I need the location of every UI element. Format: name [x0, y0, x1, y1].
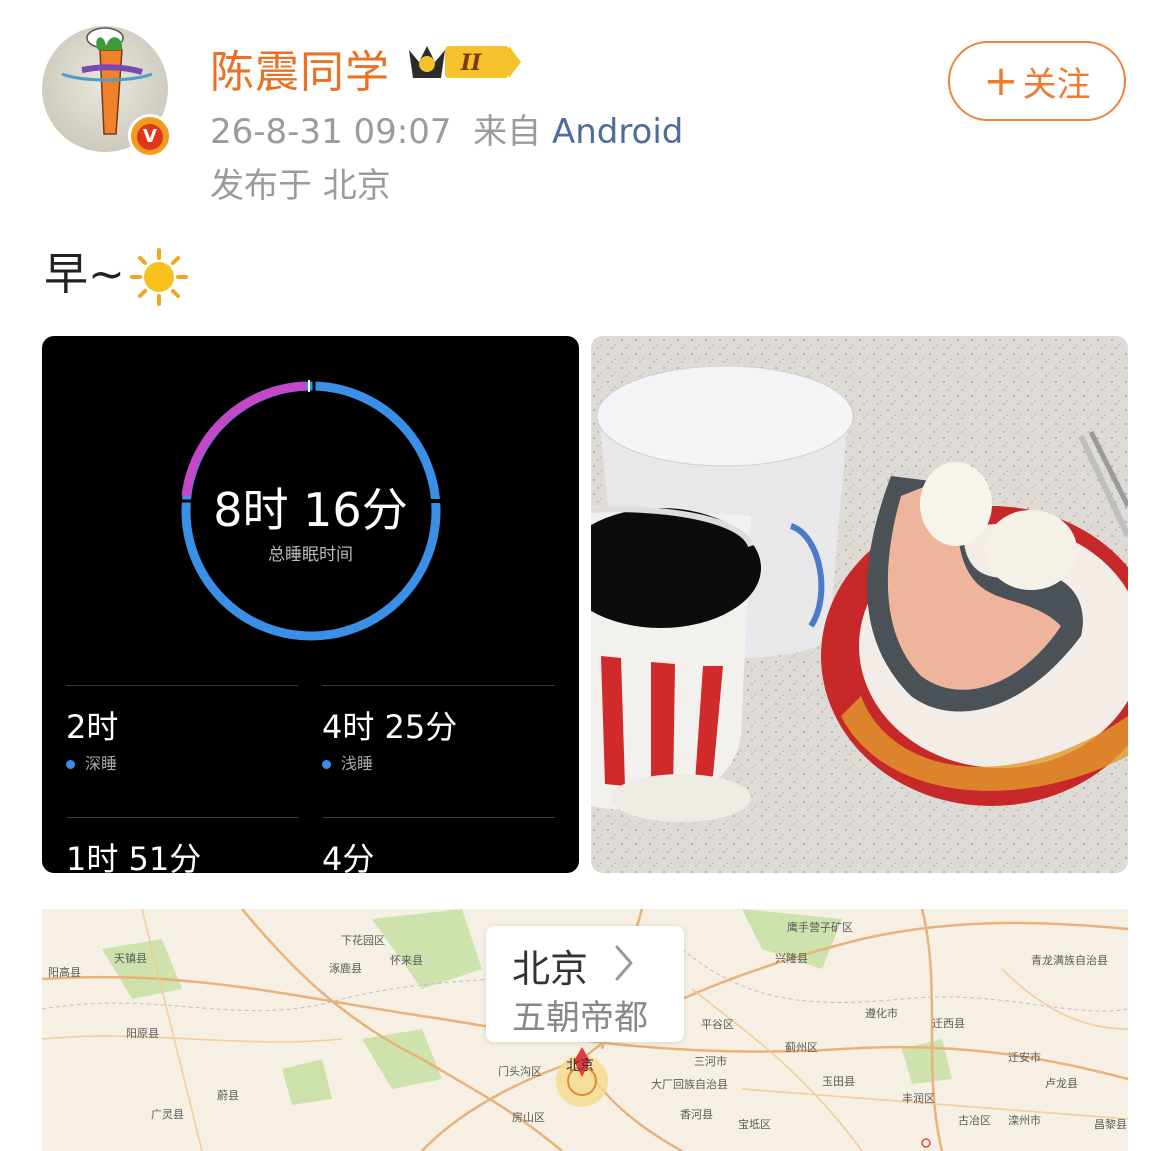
post-timestamp: 26-8-31 09:07 — [210, 112, 452, 152]
map-place-label: 下花园区 — [341, 934, 385, 947]
sleep-image[interactable]: 8时 16分 总睡眠时间 2时 深睡 4时 25分 浅睡 1时 51分 4分 — [42, 336, 579, 873]
map-location-card[interactable]: 北京 五朝帝都 — [486, 926, 684, 1042]
level-text: II — [460, 50, 482, 76]
deep-sleep-value: 2时 — [66, 708, 119, 746]
map-place-label: 大厂回族自治县 — [651, 1078, 728, 1091]
map-card-subtitle: 五朝帝都 — [512, 998, 648, 1038]
breakfast-photo[interactable] — [591, 336, 1128, 873]
divider — [322, 817, 555, 818]
map-place-label: 兴隆县 — [775, 952, 808, 965]
light-sleep-label: 浅睡 — [322, 750, 373, 774]
map-place-label: 房山区 — [512, 1111, 545, 1124]
divider — [66, 817, 298, 818]
map-place-label: 古冶区 — [958, 1114, 991, 1127]
map-place-label: 阳高县 — [48, 966, 81, 979]
follow-label: 关注 — [1022, 64, 1091, 105]
map-place-label: 鹰手营子矿区 — [787, 921, 853, 934]
source-link[interactable]: Android — [552, 112, 683, 152]
map-place-label: 广灵县 — [151, 1108, 184, 1121]
map-place-label: 怀来县 — [390, 954, 423, 967]
divider — [322, 685, 555, 686]
crown-level-icon: II — [409, 46, 521, 78]
chevron-right-icon — [615, 945, 633, 981]
rem-sleep-value: 1时 51分 — [66, 840, 202, 873]
legend-dot-icon — [66, 760, 75, 769]
verified-badge-icon: V — [128, 114, 172, 158]
post-location: 发布于 北京 — [210, 166, 391, 206]
map-place-label: 丰润区 — [902, 1092, 935, 1105]
total-sleep-label: 总睡眠时间 — [268, 545, 353, 565]
map-place-label: 遵化市 — [865, 1007, 898, 1020]
divider — [66, 685, 298, 686]
map-place-label: 卢龙县 — [1045, 1077, 1078, 1090]
map-place-label: 迁西县 — [932, 1017, 965, 1030]
map-place-label: 三河市 — [694, 1055, 727, 1068]
map-place-label: 天镇县 — [114, 952, 147, 965]
light-sleep-value: 4时 25分 — [322, 708, 458, 746]
map-pin-label: 北京 — [566, 1058, 594, 1074]
map-place-label: 蓟州区 — [785, 1041, 818, 1054]
deep-sleep-label: 深睡 — [66, 750, 117, 774]
map-place-label: 蔚县 — [217, 1089, 239, 1102]
total-sleep-value: 8时 16分 — [213, 483, 408, 537]
map-place-label: 玉田县 — [822, 1075, 855, 1088]
map-place-label: 滦州市 — [1008, 1114, 1041, 1127]
sleep-ring — [180, 380, 442, 641]
map-place-label: 香河县 — [680, 1108, 713, 1121]
legend-dot-icon — [322, 760, 331, 769]
username[interactable]: 陈震同学 — [210, 36, 390, 100]
map-place-label: 迁安市 — [1008, 1051, 1041, 1064]
awake-value: 4分 — [322, 840, 375, 873]
plus-icon: + — [983, 56, 1019, 105]
map-place-label: 平谷区 — [701, 1018, 734, 1031]
map-place-label: 昌黎县 — [1094, 1118, 1127, 1131]
post-text: 早~ — [44, 238, 189, 307]
sun-icon — [129, 248, 188, 306]
map-place-label: 宝坻区 — [738, 1118, 771, 1131]
post-text-content: 早~ — [44, 249, 125, 300]
source-prefix: 来自 — [473, 112, 542, 152]
follow-button[interactable]: + 关注 — [948, 41, 1126, 121]
post-meta: 26-8-31 09:07 来自 Android — [210, 104, 683, 153]
map-place-label: 青龙满族自治县 — [1031, 954, 1108, 967]
map-place-label: 门头沟区 — [498, 1065, 542, 1078]
map-place-label: 涿鹿县 — [329, 962, 362, 975]
map-card-title: 北京 — [512, 947, 589, 991]
map-place-label: 阳原县 — [126, 1027, 159, 1040]
